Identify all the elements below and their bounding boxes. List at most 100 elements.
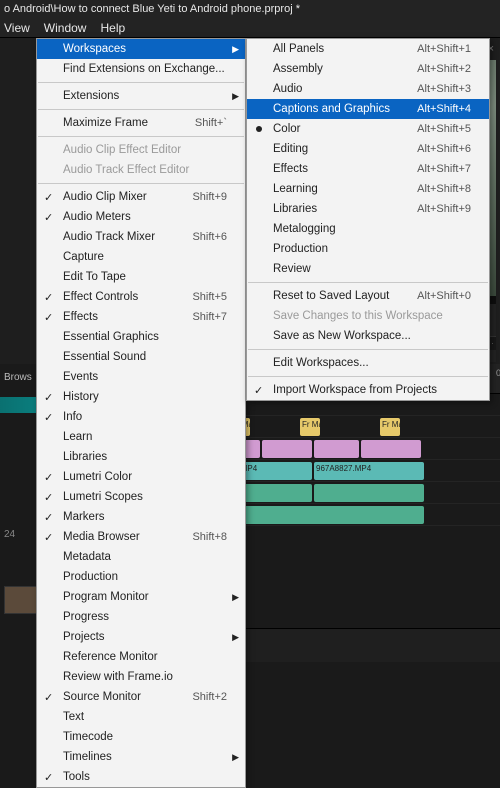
video-clip[interactable] bbox=[314, 440, 359, 458]
menu-item[interactable]: ✓Lumetri Color bbox=[37, 467, 245, 487]
menu-item-label: Timelines bbox=[63, 751, 112, 763]
menu-item[interactable]: ✓EffectsShift+7 bbox=[37, 307, 245, 327]
menu-item[interactable]: ✓Source MonitorShift+2 bbox=[37, 687, 245, 707]
menu-item-label: Reference Monitor bbox=[63, 651, 158, 663]
check-icon: ✓ bbox=[44, 291, 53, 304]
menu-item-label: Audio Meters bbox=[63, 211, 131, 223]
menu-item[interactable]: Events bbox=[37, 367, 245, 387]
shortcut-label: Shift+8 bbox=[192, 531, 227, 543]
workspaces-submenu[interactable]: All PanelsAlt+Shift+1AssemblyAlt+Shift+2… bbox=[246, 38, 490, 401]
audio-clip[interactable] bbox=[314, 484, 424, 502]
menu-item-label: Metadata bbox=[63, 551, 111, 563]
menu-item-label: Edit Workspaces... bbox=[273, 357, 369, 369]
menu-item-label: Effect Controls bbox=[63, 291, 138, 303]
submenu-arrow-icon: ▶ bbox=[232, 632, 239, 643]
menu-item[interactable]: Captions and GraphicsAlt+Shift+4 bbox=[247, 99, 489, 119]
menu-item[interactable]: Maximize FrameShift+` bbox=[37, 113, 245, 133]
video-clip[interactable] bbox=[262, 440, 312, 458]
check-icon: ✓ bbox=[44, 491, 53, 504]
menu-item: Audio Track Effect Editor bbox=[37, 160, 245, 180]
menu-help[interactable]: Help bbox=[100, 21, 125, 35]
menu-item[interactable]: ✓Markers bbox=[37, 507, 245, 527]
menu-item-label: Effects bbox=[273, 163, 308, 175]
caption-clip[interactable]: Fr Ma bbox=[380, 418, 400, 436]
shortcut-label: Alt+Shift+8 bbox=[417, 183, 471, 195]
menu-item-label: Assembly bbox=[273, 63, 323, 75]
menu-item[interactable]: All PanelsAlt+Shift+1 bbox=[247, 39, 489, 59]
menu-item-label: Program Monitor bbox=[63, 591, 149, 603]
menu-item-label: Audio Track Mixer bbox=[63, 231, 155, 243]
menu-item[interactable]: ✓Import Workspace from Projects bbox=[247, 380, 489, 400]
menu-item[interactable]: Edit To Tape bbox=[37, 267, 245, 287]
menu-item[interactable]: Projects▶ bbox=[37, 627, 245, 647]
menu-item[interactable]: Learn bbox=[37, 427, 245, 447]
menu-item[interactable]: Extensions▶ bbox=[37, 86, 245, 106]
menu-item-label: Tools bbox=[63, 771, 90, 783]
menu-window[interactable]: Window bbox=[44, 21, 87, 35]
menu-item[interactable]: ✓Tools bbox=[37, 767, 245, 787]
menu-item[interactable]: Find Extensions on Exchange... bbox=[37, 59, 245, 79]
menu-item[interactable]: ✓History bbox=[37, 387, 245, 407]
menu-item[interactable]: Metalogging bbox=[247, 219, 489, 239]
menu-item[interactable]: Metadata bbox=[37, 547, 245, 567]
menu-item[interactable]: ✓Audio Clip MixerShift+9 bbox=[37, 187, 245, 207]
video-clip[interactable]: 967A8827.MP4 bbox=[314, 462, 424, 480]
menu-item[interactable]: ✓Effect ControlsShift+5 bbox=[37, 287, 245, 307]
menu-item-label: Audio bbox=[273, 83, 302, 95]
shortcut-label: Shift+9 bbox=[192, 191, 227, 203]
menu-item[interactable]: Audio Alt+Shift+3 bbox=[247, 79, 489, 99]
menu-item[interactable]: Essential Sound bbox=[37, 347, 245, 367]
menu-item[interactable]: Workspaces▶ bbox=[37, 39, 245, 59]
menu-item-label: Production bbox=[63, 571, 118, 583]
submenu-arrow-icon: ▶ bbox=[232, 752, 239, 763]
menu-item[interactable]: Timecode bbox=[37, 727, 245, 747]
menu-item[interactable]: Capture bbox=[37, 247, 245, 267]
shortcut-label: Alt+Shift+1 bbox=[417, 43, 471, 55]
window-menu[interactable]: Workspaces▶Find Extensions on Exchange..… bbox=[36, 38, 246, 788]
menu-item[interactable]: Audio Track MixerShift+6 bbox=[37, 227, 245, 247]
menu-item-label: Save Changes to this Workspace bbox=[273, 310, 443, 322]
menu-item[interactable]: ✓Lumetri Scopes bbox=[37, 487, 245, 507]
shortcut-label: Shift+2 bbox=[192, 691, 227, 703]
menu-item[interactable]: ColorAlt+Shift+5 bbox=[247, 119, 489, 139]
menu-item[interactable]: Timelines ▶ bbox=[37, 747, 245, 767]
menu-item[interactable]: Text bbox=[37, 707, 245, 727]
menu-item[interactable]: Program Monitor▶ bbox=[37, 587, 245, 607]
menu-item[interactable]: LibrariesAlt+Shift+9 bbox=[247, 199, 489, 219]
menu-item[interactable]: LearningAlt+Shift+8 bbox=[247, 179, 489, 199]
menu-item-label: Progress bbox=[63, 611, 109, 623]
menu-item[interactable]: Reference Monitor bbox=[37, 647, 245, 667]
menu-item-label: Libraries bbox=[63, 451, 107, 463]
menu-item[interactable]: Production bbox=[37, 567, 245, 587]
menu-item-label: Source Monitor bbox=[63, 691, 141, 703]
menu-item[interactable]: Essential Graphics bbox=[37, 327, 245, 347]
video-clip[interactable] bbox=[361, 440, 421, 458]
menu-item-label: Color bbox=[273, 123, 300, 135]
menu-item[interactable]: Reset to Saved LayoutAlt+Shift+0 bbox=[247, 286, 489, 306]
shortcut-label: Alt+Shift+6 bbox=[417, 143, 471, 155]
menu-item-label: Audio Clip Mixer bbox=[63, 191, 147, 203]
shortcut-label: Alt+Shift+3 bbox=[417, 83, 471, 95]
menu-item[interactable]: Libraries bbox=[37, 447, 245, 467]
menu-item[interactable]: EffectsAlt+Shift+7 bbox=[247, 159, 489, 179]
menu-item[interactable]: ✓Audio Meters bbox=[37, 207, 245, 227]
menu-item-label: Learn bbox=[63, 431, 92, 443]
shortcut-label: Alt+Shift+4 bbox=[417, 103, 471, 115]
menu-item[interactable]: Save as New Workspace... bbox=[247, 326, 489, 346]
menu-item[interactable]: Review bbox=[247, 259, 489, 279]
menu-item-label: Save as New Workspace... bbox=[273, 330, 411, 342]
window-title: o Android\How to connect Blue Yeti to An… bbox=[0, 0, 500, 18]
menu-item-label: Essential Graphics bbox=[63, 331, 159, 343]
menu-item[interactable]: Production bbox=[247, 239, 489, 259]
menu-item[interactable]: EditingAlt+Shift+6 bbox=[247, 139, 489, 159]
menu-item-label: Info bbox=[63, 411, 82, 423]
menu-item[interactable]: Edit Workspaces... bbox=[247, 353, 489, 373]
menu-view[interactable]: View bbox=[4, 21, 30, 35]
menu-item[interactable]: ✓Media BrowserShift+8 bbox=[37, 527, 245, 547]
menu-item[interactable]: Progress bbox=[37, 607, 245, 627]
caption-clip[interactable]: Fr Ma bbox=[300, 418, 320, 436]
menu-item[interactable]: AssemblyAlt+Shift+2 bbox=[247, 59, 489, 79]
menu-item[interactable]: Review with Frame.io bbox=[37, 667, 245, 687]
submenu-arrow-icon: ▶ bbox=[232, 91, 239, 102]
menu-item[interactable]: ✓Info bbox=[37, 407, 245, 427]
